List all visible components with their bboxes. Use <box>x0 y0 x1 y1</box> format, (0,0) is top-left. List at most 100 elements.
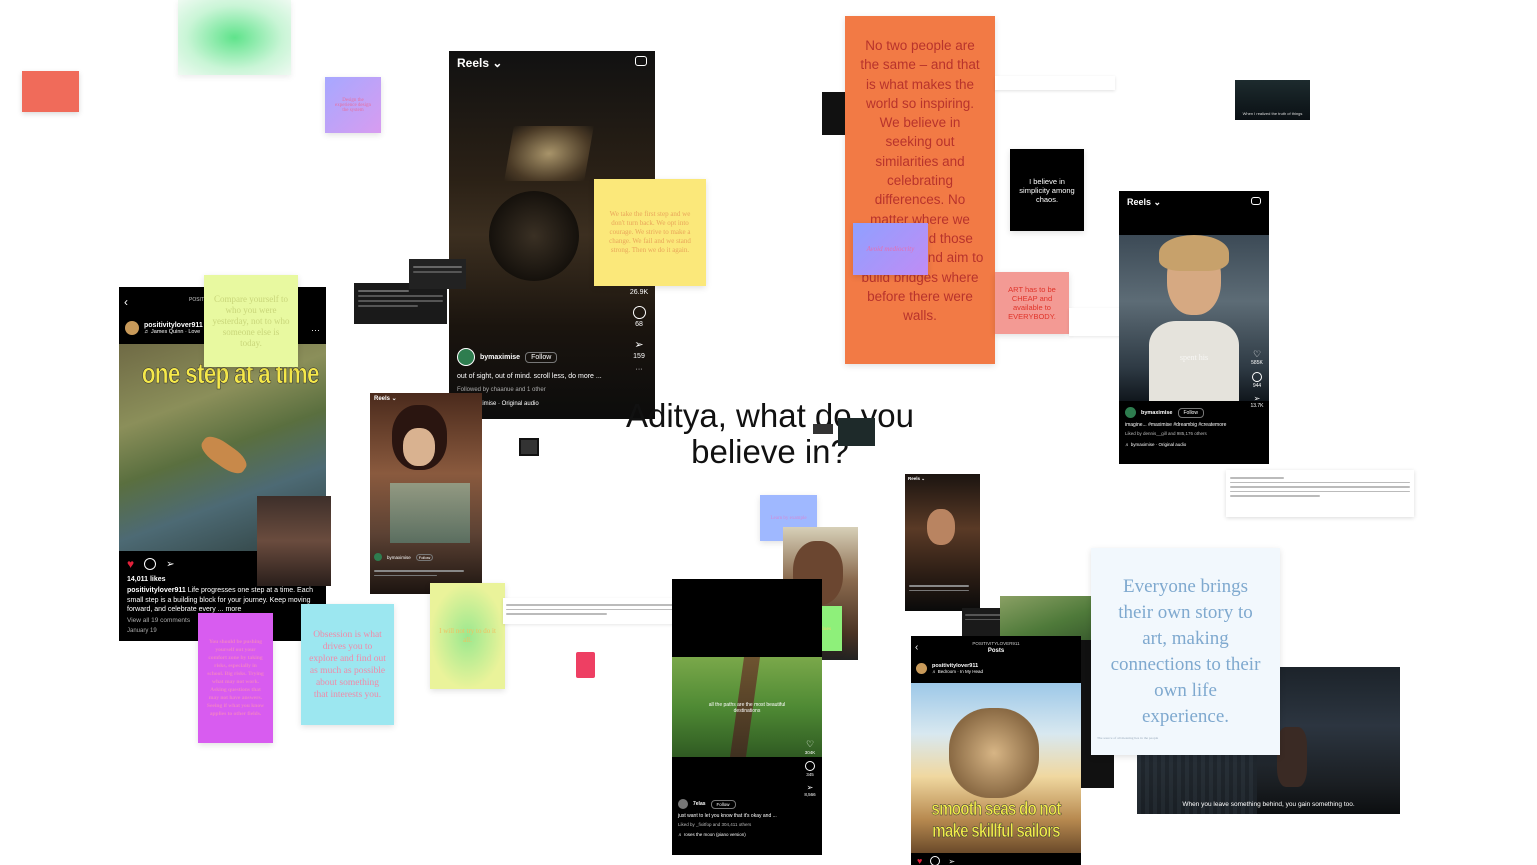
camera-icon[interactable] <box>635 56 647 66</box>
share-icon[interactable]: ➢ <box>1249 394 1265 403</box>
avoid-mediocrity-note: Avoid mediocrity <box>853 223 928 275</box>
reels-header[interactable]: Reels ⌄ <box>908 476 925 482</box>
likes-count: 585K <box>1251 360 1263 366</box>
heart-icon[interactable]: ♥ <box>917 856 922 865</box>
tweet-card-middle <box>503 598 678 624</box>
video-frame: spent his <box>1119 235 1269 401</box>
orange-belief-note: No two people are the same – and that is… <box>845 16 995 364</box>
note-footer: The source of all meaning lies in the pe… <box>1097 736 1159 740</box>
audio-label[interactable]: ♬ bymaximise · Original audio <box>457 400 627 409</box>
everyone-brings-note: Everyone brings their own story to art, … <box>1091 548 1280 755</box>
camera-icon[interactable] <box>1251 197 1261 205</box>
shares-count: 159 <box>633 353 645 360</box>
comment-icon[interactable] <box>144 558 157 570</box>
reels-header[interactable]: Reels ⌄ <box>1127 197 1161 208</box>
likes-count: 26.9K <box>629 289 649 296</box>
audio-label[interactable]: ♬ James Quinn · Love <box>144 329 203 335</box>
video-frame: all the paths are the most beautiful des… <box>672 657 822 757</box>
comment-icon[interactable] <box>805 761 815 771</box>
reels-header[interactable]: Reels ⌄ <box>374 395 397 402</box>
comment-icon[interactable] <box>930 856 941 865</box>
post-image: smooth seas do not make skillful sailors <box>911 683 1081 853</box>
image-overlay-line-1: smooth seas do not <box>931 799 1061 821</box>
back-icon[interactable]: ‹ <box>124 295 128 309</box>
view-comments[interactable]: View all 19 comments <box>127 617 190 624</box>
post-header: POSITIVITYLOVER911 <box>972 641 1020 646</box>
reels-header[interactable]: Reels ⌄ <box>457 56 502 70</box>
dark-tweet-card <box>354 283 447 324</box>
avatar[interactable] <box>678 799 688 809</box>
likes-count: 304K <box>804 750 816 755</box>
lavender-note: Design the experience design the system <box>325 77 381 133</box>
audio-label[interactable]: ♬ roses the moon (piano version) <box>678 832 802 837</box>
video-overlay-text: all the paths are the most beautiful des… <box>708 702 786 714</box>
post-smooth-seas[interactable]: ‹ POSITIVITYLOVER911 Posts positivitylov… <box>911 636 1081 865</box>
share-icon[interactable]: ➢ <box>629 338 649 351</box>
audio-label[interactable]: ♬ bymaximise · Original audio <box>1125 442 1249 447</box>
avatar[interactable] <box>457 348 475 366</box>
followed-by: Followed by chaanue and 1 other <box>457 387 546 393</box>
share-icon[interactable]: ➢ <box>948 857 955 865</box>
comments-count: 345 <box>806 772 814 777</box>
compare-yourself-note: Compare yourself to who you were yesterd… <box>204 275 298 367</box>
more-icon[interactable]: ··· <box>629 366 649 373</box>
caption: just want to let you know that it's okay… <box>678 813 777 819</box>
comment-icon[interactable] <box>1252 372 1262 382</box>
likes-count: 14,011 likes <box>127 576 166 583</box>
tweet-card-top <box>995 76 1115 90</box>
post-date: January 19 <box>127 628 157 634</box>
face-video-thumb[interactable] <box>257 496 331 586</box>
avatar[interactable] <box>374 553 382 561</box>
username[interactable]: 7elas <box>693 801 706 807</box>
shares-count: 13.7K <box>1250 403 1264 409</box>
reels-grass-video[interactable]: all the paths are the most beautiful des… <box>672 579 822 855</box>
heart-icon[interactable]: ♥ <box>127 557 134 571</box>
username[interactable]: positivitylover911 <box>144 322 203 329</box>
username[interactable]: bymaximise <box>480 354 520 361</box>
video-caption: When you leave something behind, you gai… <box>1182 801 1355 808</box>
share-icon[interactable]: ➢ <box>801 783 819 792</box>
share-icon[interactable]: ➢ <box>166 559 174 570</box>
follow-button[interactable]: Follow <box>1177 407 1204 418</box>
image-overlay-line-2: make skillful sailors <box>932 821 1061 843</box>
liked-by: Liked by _fixitfop and 304,411 others <box>678 822 752 827</box>
tiny-video-overlap[interactable] <box>838 418 875 446</box>
follow-button[interactable]: Follow <box>525 351 558 363</box>
shares-count: 8,566 <box>804 792 816 797</box>
reels-girl-video[interactable]: Reels ⌄ bymaximise Follow <box>370 393 482 594</box>
center-question: Aditya, what do you believe in? <box>620 398 920 470</box>
dark-tweet-card-2 <box>409 259 466 289</box>
first-step-note: We take the first step and we don't turn… <box>594 179 706 286</box>
post-sub: Posts <box>987 648 1005 654</box>
comments-count: 68 <box>635 321 643 328</box>
obsession-note: Obsession is what drives you to explore … <box>301 604 394 725</box>
green-blur-card <box>178 0 291 75</box>
not-do-it-all-note: I will not try to do it all. <box>430 583 505 689</box>
comments-count: 944 <box>1252 383 1262 389</box>
avatar[interactable] <box>125 321 139 335</box>
caption: imagine... #maximise #dreambig #createmo… <box>1125 422 1227 428</box>
art-cheap-note: ART has to be CHEAP and available to EVE… <box>995 272 1069 334</box>
heart-icon[interactable]: ♡ <box>1249 349 1265 360</box>
comment-icon[interactable] <box>632 306 646 319</box>
question-line-2: believe in? <box>691 433 849 470</box>
caption: out of sight, out of mind. scroll less, … <box>457 373 602 380</box>
heart-icon[interactable]: ♡ <box>801 739 819 750</box>
reels-man-video[interactable]: Reels ⌄ <box>905 474 980 611</box>
audio-label[interactable]: ♬ Bedroom · In My Head <box>932 669 983 674</box>
caption-user[interactable]: positivitylover911 <box>127 587 186 594</box>
more-icon[interactable]: ··· <box>311 325 320 335</box>
follow-button[interactable]: Follow <box>415 553 434 561</box>
red-tab <box>576 652 595 678</box>
avatar[interactable] <box>916 663 927 674</box>
dark-thumb <box>822 92 845 135</box>
follow-button[interactable]: Follow <box>710 799 736 809</box>
username[interactable]: bymaximise <box>1141 410 1173 416</box>
reels-blond-video[interactable]: Reels ⌄ spent his ♡ 585K 944 ➢ 13.7K bym… <box>1119 191 1269 464</box>
small-video-thumb[interactable]: When I realized the truth of things <box>1235 80 1310 120</box>
tiny-video-overlap-2[interactable] <box>813 424 833 434</box>
username[interactable]: bymaximise <box>387 555 411 560</box>
comfort-zone-note: You should be pushing yourself out your … <box>198 613 273 743</box>
avatar[interactable] <box>1125 407 1136 418</box>
video-overlay-text: spent his <box>1179 353 1209 362</box>
